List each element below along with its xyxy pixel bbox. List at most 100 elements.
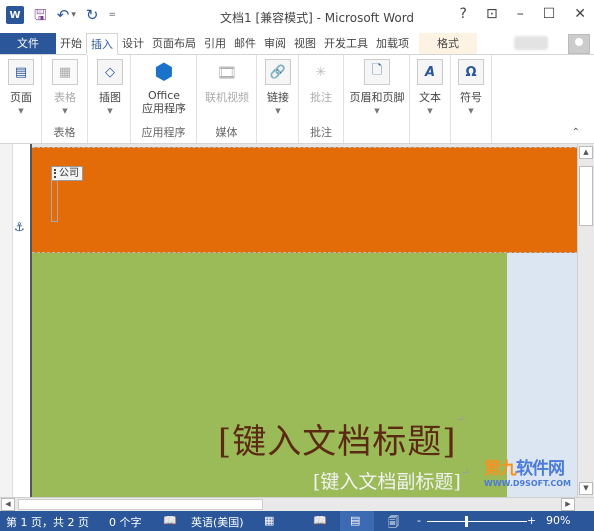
collapse-ribbon-icon[interactable]: ⌃	[572, 127, 580, 138]
tab-page-layout[interactable]: 页面布局	[148, 33, 200, 54]
help-icon[interactable]: ?	[460, 6, 467, 22]
document-subtitle-placeholder[interactable]: [键入文档副标题]↵	[313, 467, 469, 494]
maximize-icon[interactable]: ☐	[543, 6, 556, 22]
undo-dropdown-icon[interactable]: ▾	[71, 10, 76, 20]
undo-icon[interactable]: ↶	[57, 6, 70, 24]
group-pages: ▤ 页面 ▼	[0, 55, 42, 143]
chevron-down-icon: ▼	[468, 107, 474, 115]
text-button[interactable]: A 文本 ▼	[410, 59, 450, 115]
tab-home[interactable]: 开始	[56, 33, 86, 54]
tab-view[interactable]: 视图	[290, 33, 320, 54]
ribbon-tabs: 文件 开始 插入 设计 页面布局 引用 邮件 审阅 视图 开发工具 加载项 格式	[0, 33, 594, 55]
page-icon: ▤	[8, 59, 34, 85]
group-apps: ⬢ Office 应用程序 应用程序	[131, 55, 197, 143]
online-video-icon: 🎞	[216, 62, 238, 82]
minimize-icon[interactable]: –	[517, 6, 524, 22]
proofing-icon[interactable]: 📖	[163, 514, 177, 527]
close-icon[interactable]: ✕	[574, 6, 586, 22]
scroll-down-icon[interactable]: ▼	[579, 482, 593, 495]
customize-qat-icon[interactable]: =	[108, 10, 116, 20]
quick-access-toolbar: W 🖫 ↶ ▾ ↻ =	[6, 6, 116, 24]
tab-review[interactable]: 审阅	[260, 33, 290, 54]
illustrations-icon: ◇	[97, 59, 123, 85]
read-mode-icon[interactable]: 📖	[313, 514, 327, 527]
office-apps-button[interactable]: ⬢ Office 应用程序	[135, 59, 193, 116]
redo-icon[interactable]: ↻	[86, 6, 99, 24]
chevron-down-icon: ▼	[275, 107, 281, 115]
symbol-button[interactable]: Ω 符号 ▼	[451, 59, 491, 115]
tab-developer[interactable]: 开发工具	[320, 33, 372, 54]
tab-mailings[interactable]: 邮件	[230, 33, 260, 54]
zoom-level[interactable]: 90%	[546, 514, 570, 527]
zoom-out-button[interactable]: -	[417, 514, 421, 527]
paragraph-mark: ↵	[460, 467, 470, 478]
print-layout-icon[interactable]: ▤	[350, 514, 360, 527]
horizontal-scroll-thumb[interactable]	[18, 499, 263, 510]
scroll-up-icon[interactable]: ▲	[579, 146, 593, 159]
illustrations-button[interactable]: ◇ 插图 ▼	[90, 59, 130, 115]
account-name[interactable]	[514, 36, 548, 50]
zoom-slider-track[interactable]	[427, 521, 527, 522]
group-media: 🎞 联机视频 媒体	[197, 55, 257, 143]
scroll-right-icon[interactable]: ▶	[561, 498, 575, 511]
tab-insert[interactable]: 插入	[86, 33, 118, 55]
macro-icon[interactable]: ▦	[264, 514, 274, 527]
online-video-button[interactable]: 🎞 联机视频	[203, 59, 251, 105]
avatar[interactable]	[568, 34, 590, 54]
tab-add-ins[interactable]: 加载项	[372, 33, 413, 54]
document-title-placeholder[interactable]: [键入文档标题]↵	[218, 414, 466, 463]
table-icon: ▦	[52, 59, 78, 85]
chevron-down-icon: ▼	[18, 107, 24, 115]
tab-references[interactable]: 引用	[200, 33, 230, 54]
title-bar: W 🖫 ↶ ▾ ↻ = 文档1 [兼容模式] - Microsoft Word …	[0, 0, 594, 33]
group-symbols: Ω 符号 ▼	[451, 55, 492, 143]
word-logo-icon[interactable]: W	[6, 6, 24, 24]
group-label-media: 媒体	[215, 126, 238, 139]
comment-icon: ✳	[315, 64, 327, 80]
header-color-band[interactable]	[32, 147, 577, 253]
table-button[interactable]: ▦ 表格 ▼	[45, 59, 85, 115]
scroll-left-icon[interactable]: ◀	[1, 498, 15, 511]
office-apps-icon: ⬢	[154, 59, 174, 85]
word-count[interactable]: 0 个字	[109, 514, 142, 530]
symbol-icon: Ω	[458, 59, 484, 85]
group-illustrations: ◇ 插图 ▼	[88, 55, 131, 143]
horizontal-scrollbar[interactable]: ◀ ▶	[0, 497, 594, 511]
window-title: 文档1 [兼容模式] - Microsoft Word	[220, 11, 415, 25]
window-controls: ? ⊡ – ☐ ✕	[460, 6, 586, 22]
ribbon-display-options-icon[interactable]: ⊡	[486, 6, 498, 22]
group-label-tables: 表格	[53, 126, 76, 139]
vertical-scroll-thumb[interactable]	[579, 166, 593, 226]
chevron-down-icon: ▼	[374, 107, 380, 115]
comment-button[interactable]: ✳ 批注	[301, 59, 341, 105]
title-text[interactable]: [键入文档标题]	[218, 422, 457, 462]
group-label-apps: 应用程序	[141, 126, 186, 139]
subtitle-text[interactable]: [键入文档副标题]	[313, 471, 461, 493]
zoom-slider-thumb[interactable]	[465, 516, 468, 527]
tab-format[interactable]: 格式	[419, 33, 477, 54]
web-layout-icon[interactable]: 🗐	[388, 514, 399, 531]
anchor-icon[interactable]: ⚓	[14, 220, 25, 234]
company-content-control[interactable]: 公司	[51, 166, 83, 181]
paragraph-mark: ↵	[456, 414, 466, 425]
header-footer-icon: 🗋	[364, 59, 390, 85]
page-margin	[13, 144, 30, 497]
page-count[interactable]: 第 1 页，共 2 页	[6, 514, 89, 530]
group-tables: ▦ 表格 ▼ 表格	[42, 55, 88, 143]
zoom-in-button[interactable]: +	[527, 514, 536, 527]
vertical-scrollbar[interactable]: ▲ ▼	[577, 144, 594, 497]
group-text: A 文本 ▼	[410, 55, 451, 143]
tab-design[interactable]: 设计	[118, 33, 148, 54]
company-field[interactable]	[51, 180, 58, 222]
watermark-brand: 第九软件网	[484, 459, 565, 479]
language[interactable]: 英语(美国)	[191, 514, 244, 530]
pages-button[interactable]: ▤ 页面 ▼	[1, 59, 41, 115]
save-icon[interactable]: 🖫	[34, 6, 47, 24]
header-footer-button[interactable]: 🗋 页眉和页脚 ▼	[347, 59, 407, 115]
group-label-comments: 批注	[310, 126, 332, 139]
watermark: 第九软件网 WWW.D9SOFT.COM	[484, 454, 571, 488]
status-bar: 第 1 页，共 2 页 0 个字 📖 英语(美国) ▦ 📖 ▤ 🗐 - + 90…	[0, 511, 594, 531]
group-header-footer: 🗋 页眉和页脚 ▼	[344, 55, 410, 143]
link-button[interactable]: 🔗 链接 ▼	[258, 59, 298, 115]
tab-file[interactable]: 文件	[0, 33, 56, 54]
